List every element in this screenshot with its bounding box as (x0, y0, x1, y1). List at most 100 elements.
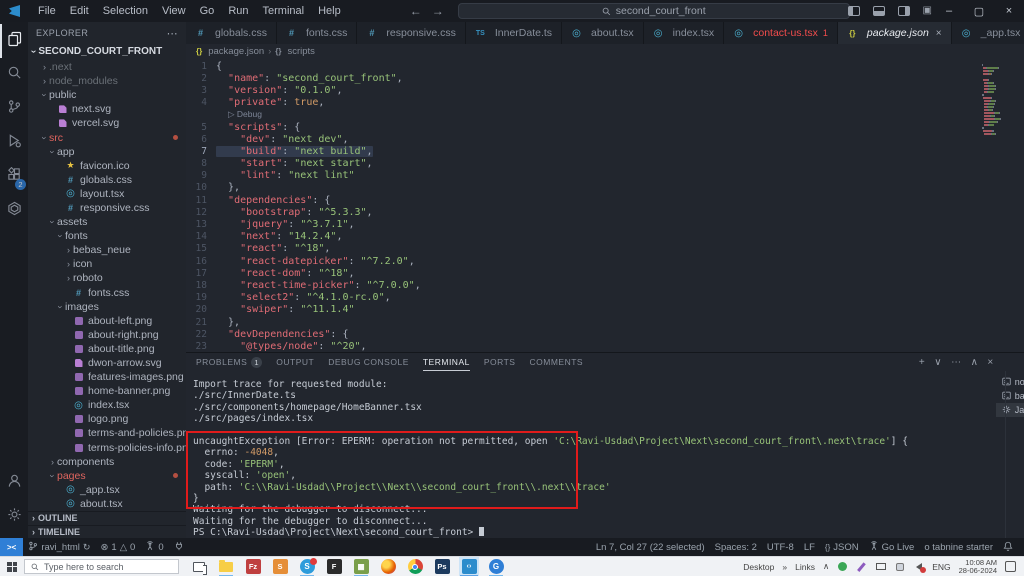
tree-item-terms-and-policies.png[interactable]: terms-and-policies.png (28, 426, 186, 440)
command-center-search[interactable]: second_court_front (458, 3, 850, 19)
task-view-button[interactable] (189, 557, 209, 576)
section-outline[interactable]: ›OUTLINE (28, 511, 186, 525)
code-line[interactable]: 1{ (186, 60, 1024, 72)
statusbar-tower-counter[interactable]: 0 (140, 538, 168, 556)
tree-item-globals.css[interactable]: #globals.css (28, 173, 186, 187)
tab-globals.css[interactable]: #globals.css (186, 22, 277, 44)
tab-package.json[interactable]: {}package.json× (838, 22, 952, 44)
statusbar-language-mode[interactable]: {}JSON (820, 538, 864, 556)
desktop-overflow-icon[interactable]: » (782, 562, 787, 572)
menu-view[interactable]: View (155, 2, 193, 20)
toggle-secondary-sidebar-icon[interactable] (898, 6, 910, 16)
menu-help[interactable]: Help (311, 2, 348, 20)
tree-item-assets[interactable]: ›assets (28, 215, 186, 229)
taskbar-app-firefox[interactable] (378, 557, 398, 576)
code-editor[interactable]: 1{2 "name": "second_court_front",3 "vers… (186, 58, 1024, 352)
code-line[interactable]: 5 "scripts": { (186, 121, 1024, 133)
tree-item-src[interactable]: ›src (28, 130, 186, 144)
menu-selection[interactable]: Selection (96, 2, 155, 20)
breadcrumb-item[interactable]: scripts (287, 46, 314, 57)
customize-layout-icon[interactable]: ▣ (923, 6, 932, 16)
code-line[interactable]: 14 "next": "14.2.4", (186, 231, 1024, 243)
tab-responsive.css[interactable]: #responsive.css (357, 22, 465, 44)
code-line[interactable]: 8 "start": "next start", (186, 158, 1024, 170)
more-actions-icon[interactable]: ⋯ (951, 357, 962, 368)
tree-item-fonts[interactable]: ›fonts (28, 229, 186, 243)
panel-tab-output[interactable]: OUTPUT (276, 353, 314, 371)
tab-about.tsx[interactable]: ◎about.tsx (562, 22, 644, 44)
code-line[interactable]: 23 "@types/node": "^20", (186, 340, 1024, 352)
taskbar-app-image-editor[interactable]: ▦ (351, 557, 371, 576)
statusbar-remote-indicator[interactable]: >< (0, 538, 23, 556)
tree-item-about-right.png[interactable]: about-right.png (28, 328, 186, 342)
taskbar-app-file-explorer[interactable] (216, 557, 236, 576)
taskbar-app-photoshop[interactable]: Ps (432, 557, 452, 576)
code-line[interactable]: 20 "swiper": "^11.1.4" (186, 304, 1024, 316)
statusbar-debug-forward[interactable] (169, 538, 189, 556)
code-line[interactable]: 3 "version": "0.1.0", (186, 84, 1024, 96)
terminal-dropdown-icon[interactable]: ∨ (934, 357, 942, 368)
taskbar-app-filezilla[interactable]: Fz (243, 557, 263, 576)
tree-item-bebas_neue[interactable]: ›bebas_neue (28, 243, 186, 257)
tree-item-responsive.css[interactable]: #responsive.css (28, 201, 186, 215)
tree-item-home-banner.png[interactable]: home-banner.png (28, 384, 186, 398)
tree-item-layout.tsx[interactable]: ◎layout.tsx (28, 187, 186, 201)
tree-item-pages[interactable]: ›pages (28, 469, 186, 483)
tree-item-dwon-arrow.svg[interactable]: dwon-arrow.svg (28, 356, 186, 370)
codelens-row[interactable]: ▷ Debug (186, 109, 1024, 121)
display-tray-icon[interactable] (875, 561, 886, 572)
code-line[interactable]: 13 "jquery": "^3.7.1", (186, 218, 1024, 230)
tree-item-icon[interactable]: ›icon (28, 257, 186, 271)
tab-_app.tsx[interactable]: ◎_app.tsx (952, 22, 1024, 44)
taskbar-app-vscode[interactable]: ‹› (459, 557, 479, 576)
language-indicator[interactable]: ENG (932, 562, 950, 572)
section-timeline[interactable]: ›TIMELINE (28, 525, 186, 539)
antivirus-tray-icon[interactable] (837, 561, 848, 572)
terminal-entry-javascriptd[interactable]: JavaScript D... (996, 403, 1024, 417)
panel-scrollbar[interactable] (1005, 371, 1006, 538)
volume-tray-icon[interactable] (913, 561, 924, 572)
tree-item-index.tsx[interactable]: ◎index.tsx (28, 398, 186, 412)
code-line[interactable]: 22 "devDependencies": { (186, 328, 1024, 340)
tree-item-roboto[interactable]: ›roboto (28, 271, 186, 285)
statusbar-go-live[interactable]: Go Live (864, 538, 920, 556)
tree-item-terms-policies-info.png[interactable]: terms-policies-info.png (28, 441, 186, 455)
statusbar-tabnine[interactable]: o tabnine starter (919, 538, 998, 556)
panel-tab-problems[interactable]: PROBLEMS1 (196, 353, 262, 371)
taskbar-app-g-app[interactable]: G (486, 557, 506, 576)
breadcrumb-item[interactable]: package.json (208, 46, 264, 57)
code-line[interactable]: 6 "dev": "next dev", (186, 133, 1024, 145)
activity-account[interactable] (0, 466, 28, 500)
forward-arrow-icon[interactable]: → (432, 4, 444, 18)
panel-tab-debug-console[interactable]: DEBUG CONSOLE (328, 353, 409, 371)
activity-extensions[interactable]: 2 (0, 160, 28, 194)
close-panel-icon[interactable]: × (987, 357, 993, 368)
new-terminal-icon[interactable]: + (919, 357, 925, 368)
updates-tray-icon[interactable] (894, 561, 905, 572)
tree-item-next.svg[interactable]: next.svg (28, 102, 186, 116)
code-line[interactable]: 4 "private": true, (186, 97, 1024, 109)
activity-search[interactable] (0, 58, 28, 92)
activity-hexagon-extension[interactable] (0, 194, 28, 228)
code-line[interactable]: 10 }, (186, 182, 1024, 194)
tab-index.tsx[interactable]: ◎index.tsx (644, 22, 724, 44)
statusbar-problems[interactable]: ⊗1△0 (95, 538, 140, 556)
action-center-icon[interactable] (1005, 561, 1016, 572)
tree-item-public[interactable]: ›public (28, 88, 186, 102)
show-hidden-icons-icon[interactable]: ∧ (823, 561, 829, 572)
activity-run-debug[interactable] (0, 126, 28, 160)
taskbar-search[interactable]: Type here to search (24, 559, 179, 574)
maximize-panel-icon[interactable]: ∧ (971, 357, 979, 368)
back-arrow-icon[interactable]: ← (410, 4, 422, 18)
code-line[interactable]: 18 "react-time-picker": "^7.0.0", (186, 279, 1024, 291)
code-line[interactable]: 19 "select2": "^4.1.0-rc.0", (186, 292, 1024, 304)
activity-explorer[interactable] (0, 24, 28, 58)
statusbar-encoding[interactable]: UTF-8 (762, 538, 799, 556)
toggle-panel-icon[interactable] (873, 6, 885, 16)
menu-run[interactable]: Run (221, 2, 255, 20)
code-line[interactable]: 12 "bootstrap": "^5.3.3", (186, 206, 1024, 218)
tree-item-.next[interactable]: ›.next (28, 60, 186, 74)
tree-item-app[interactable]: ›app (28, 145, 186, 159)
toggle-sidebar-icon[interactable] (848, 6, 860, 16)
tree-item-node_modules[interactable]: ›node_modules (28, 74, 186, 88)
